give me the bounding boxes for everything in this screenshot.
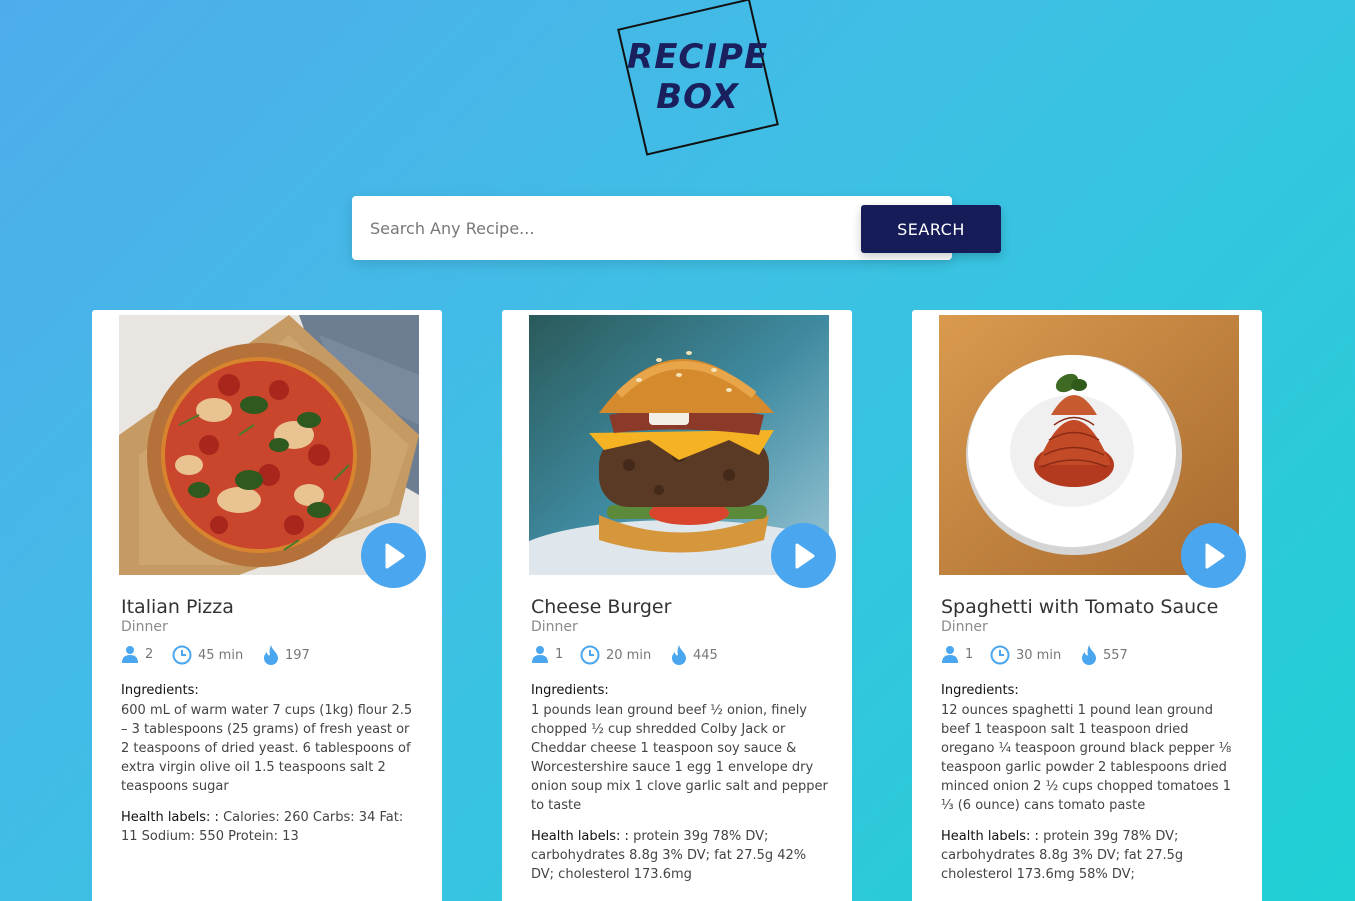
calories: 557 <box>1081 645 1128 665</box>
recipe-type: Dinner <box>941 619 988 635</box>
calories-value: 557 <box>1103 647 1128 663</box>
servings-value: 2 <box>145 646 154 662</box>
ingredients-text: 12 ounces spaghetti 1 pound lean ground … <box>941 703 1232 813</box>
play-video-button[interactable] <box>361 523 426 588</box>
play-icon <box>1205 543 1224 568</box>
recipe-card: Spaghetti with Tomato Sauce Dinner 1 30 … <box>912 310 1262 901</box>
search-button[interactable]: SEARCH <box>861 205 1001 253</box>
cook-time-value: 30 min <box>1016 647 1062 663</box>
recipe-type: Dinner <box>121 619 168 635</box>
play-video-button[interactable] <box>771 523 836 588</box>
servings: 2 <box>121 645 153 663</box>
servings-value: 1 <box>965 646 974 662</box>
play-icon <box>385 543 404 568</box>
cook-time-value: 20 min <box>606 647 652 663</box>
flame-icon <box>672 645 686 665</box>
recipe-card: Cheese Burger Dinner 1 20 min 445 Ingred… <box>502 310 852 901</box>
search-input[interactable] <box>352 196 852 260</box>
recipe-meta: 1 30 min 557 <box>941 645 1241 667</box>
logo-line-1: RECIPE <box>627 37 769 77</box>
recipe-card: Italian Pizza Dinner 2 45 min 197 Ingred… <box>92 310 442 901</box>
calories-value: 445 <box>693 647 718 663</box>
logo-line-2: BOX <box>656 77 740 117</box>
servings: 1 <box>941 645 973 663</box>
cook-time-value: 45 min <box>198 647 244 663</box>
person-icon <box>532 646 548 663</box>
recipe-title: Italian Pizza <box>121 596 234 618</box>
cook-time: 30 min <box>990 645 1061 665</box>
health-labels-heading: Health labels: : <box>941 829 1039 844</box>
health-labels: Health labels: : protein 39g 78% DV; car… <box>941 827 1239 884</box>
calories: 445 <box>671 645 718 665</box>
servings: 1 <box>531 645 563 663</box>
play-video-button[interactable] <box>1181 523 1246 588</box>
calories: 197 <box>263 645 310 665</box>
health-labels: Health labels: : Calories: 260 Carbs: 34… <box>121 808 419 846</box>
logo-text: RECIPE BOX <box>627 37 768 117</box>
person-icon <box>942 646 958 663</box>
recipe-meta: 1 20 min 445 <box>531 645 831 667</box>
person-icon <box>122 646 138 663</box>
ingredients-heading: Ingredients: <box>121 683 199 698</box>
recipe-title: Spaghetti with Tomato Sauce <box>941 596 1219 618</box>
ingredients-heading: Ingredients: <box>531 683 609 698</box>
health-labels: Health labels: : protein 39g 78% DV; car… <box>531 827 829 884</box>
ingredients-text: 600 mL of warm water 7 cups (1kg) flour … <box>121 703 413 794</box>
clock-icon <box>172 645 192 665</box>
ingredients-text: 1 pounds lean ground beef ½ onion, finel… <box>531 703 828 813</box>
calories-value: 197 <box>285 647 310 663</box>
clock-icon <box>990 645 1010 665</box>
cook-time: 20 min <box>580 645 651 665</box>
cook-time: 45 min <box>172 645 243 665</box>
health-labels-heading: Health labels: : <box>531 829 629 844</box>
flame-icon <box>1082 645 1096 665</box>
clock-icon <box>580 645 600 665</box>
recipe-type: Dinner <box>531 619 578 635</box>
servings-value: 1 <box>555 646 564 662</box>
recipe-meta: 2 45 min 197 <box>121 645 421 667</box>
play-icon <box>795 543 814 568</box>
logo: RECIPE BOX <box>617 0 779 156</box>
ingredients-heading: Ingredients: <box>941 683 1019 698</box>
health-labels-heading: Health labels: : <box>121 810 219 825</box>
flame-icon <box>264 645 278 665</box>
recipe-title: Cheese Burger <box>531 596 672 618</box>
